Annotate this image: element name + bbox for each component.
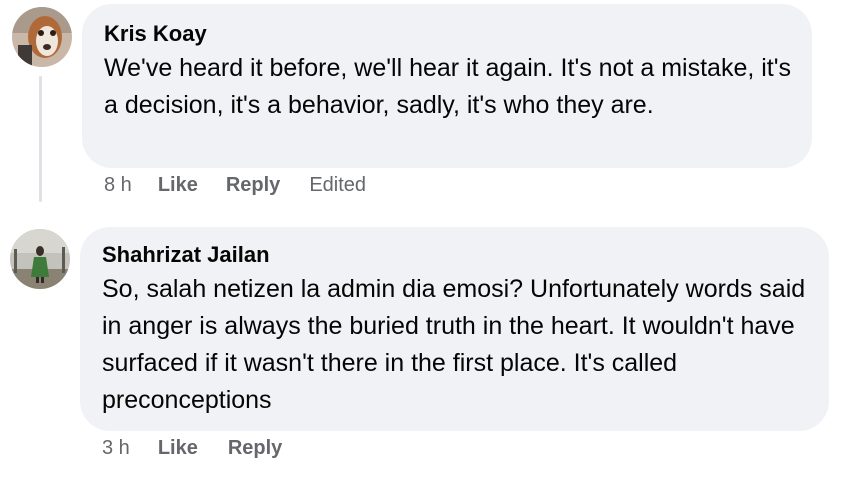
profile-photo-icon (10, 229, 70, 289)
reply-button[interactable]: Reply (228, 437, 282, 460)
comment-bubble: Shahrizat Jailan So, salah netizen la ad… (80, 227, 829, 431)
comment-author[interactable]: Shahrizat Jailan (102, 242, 270, 268)
comment-timestamp[interactable]: 3 h (102, 437, 130, 460)
avatar[interactable] (10, 229, 70, 289)
like-button[interactable]: Like (158, 437, 198, 460)
comment-text: So, salah netizen la admin dia emosi? Un… (102, 275, 806, 414)
comment: Shahrizat Jailan So, salah netizen la ad… (0, 0, 856, 480)
comment-actions: 3 h Like Reply (102, 437, 282, 460)
